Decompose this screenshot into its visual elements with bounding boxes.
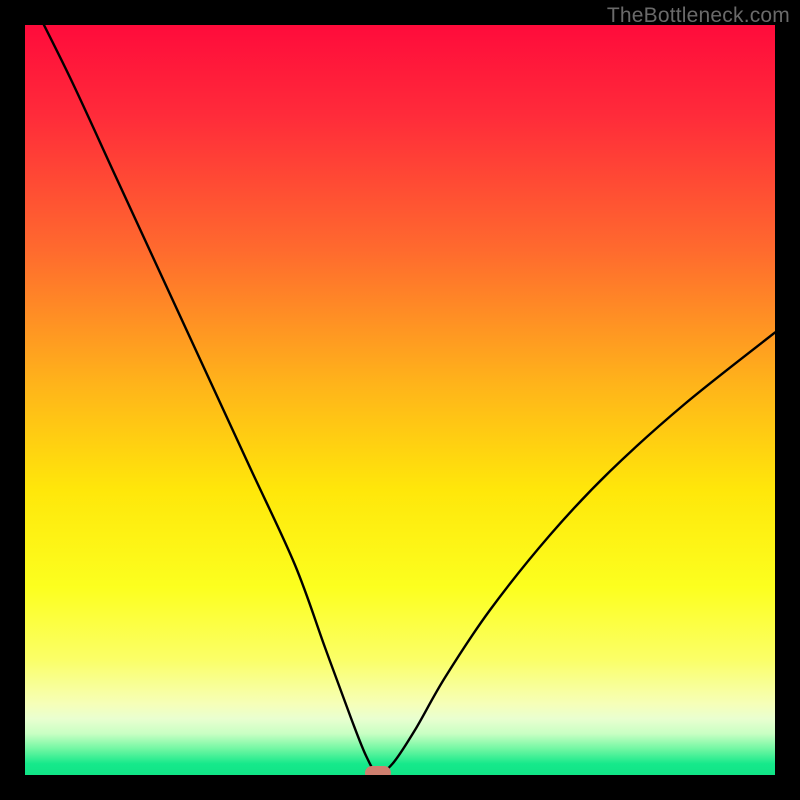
gradient-background: [25, 25, 775, 775]
optimal-marker: [365, 766, 391, 775]
plot-area: [25, 25, 775, 775]
watermark-text: TheBottleneck.com: [607, 4, 790, 28]
plot-svg: [25, 25, 775, 775]
chart-stage: TheBottleneck.com: [0, 0, 800, 800]
